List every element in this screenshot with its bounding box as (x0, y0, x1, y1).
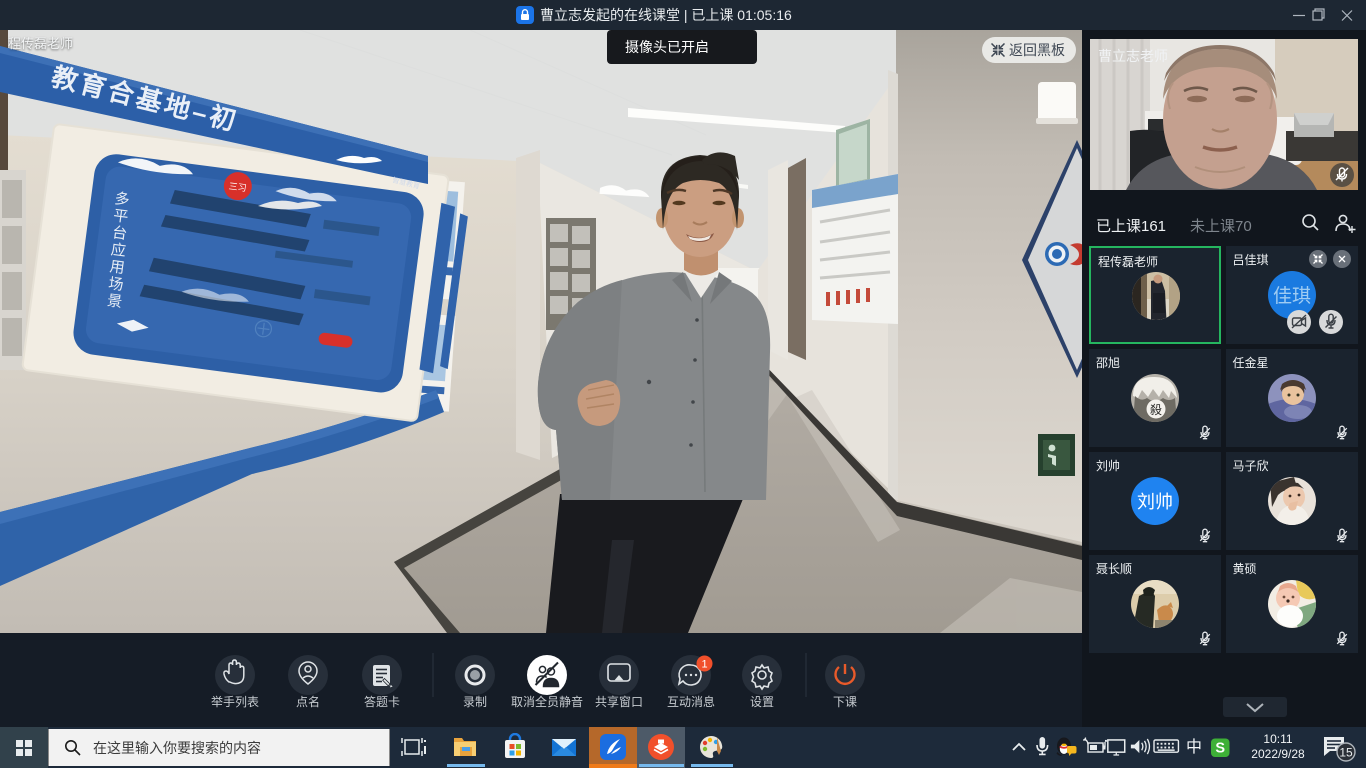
svg-text:录制: 录制 (463, 695, 487, 709)
svg-text:举手列表: 举手列表 (211, 695, 259, 709)
svg-text:中: 中 (1186, 738, 1202, 756)
svg-text:景: 景 (106, 292, 123, 311)
svg-text:应: 应 (110, 240, 127, 260)
svg-text:点名: 点名 (296, 694, 320, 709)
svg-text:场: 场 (107, 275, 124, 294)
svg-text:下课: 下课 (833, 695, 857, 709)
svg-text:用: 用 (109, 258, 126, 277)
svg-text:台: 台 (111, 224, 128, 243)
svg-text:答题卡: 答题卡 (364, 694, 400, 709)
svg-text:曹立志老师: 曹立志老师 (1098, 48, 1168, 64)
svg-text:S: S (1215, 741, 1225, 757)
svg-text:多: 多 (114, 190, 131, 209)
svg-text:15: 15 (1339, 746, 1353, 760)
svg-text:设置: 设置 (750, 695, 774, 709)
svg-text:共享窗口: 共享窗口 (595, 694, 643, 709)
svg-text:刘帅: 刘帅 (1137, 492, 1173, 512)
svg-text:1: 1 (701, 659, 707, 671)
svg-text:平: 平 (112, 207, 129, 226)
svg-text:取消全员静音: 取消全员静音 (511, 694, 583, 709)
svg-text:互动消息: 互动消息 (667, 694, 715, 709)
svg-text:佳琪: 佳琪 (1272, 285, 1310, 307)
svg-text:殺: 殺 (1150, 403, 1162, 417)
